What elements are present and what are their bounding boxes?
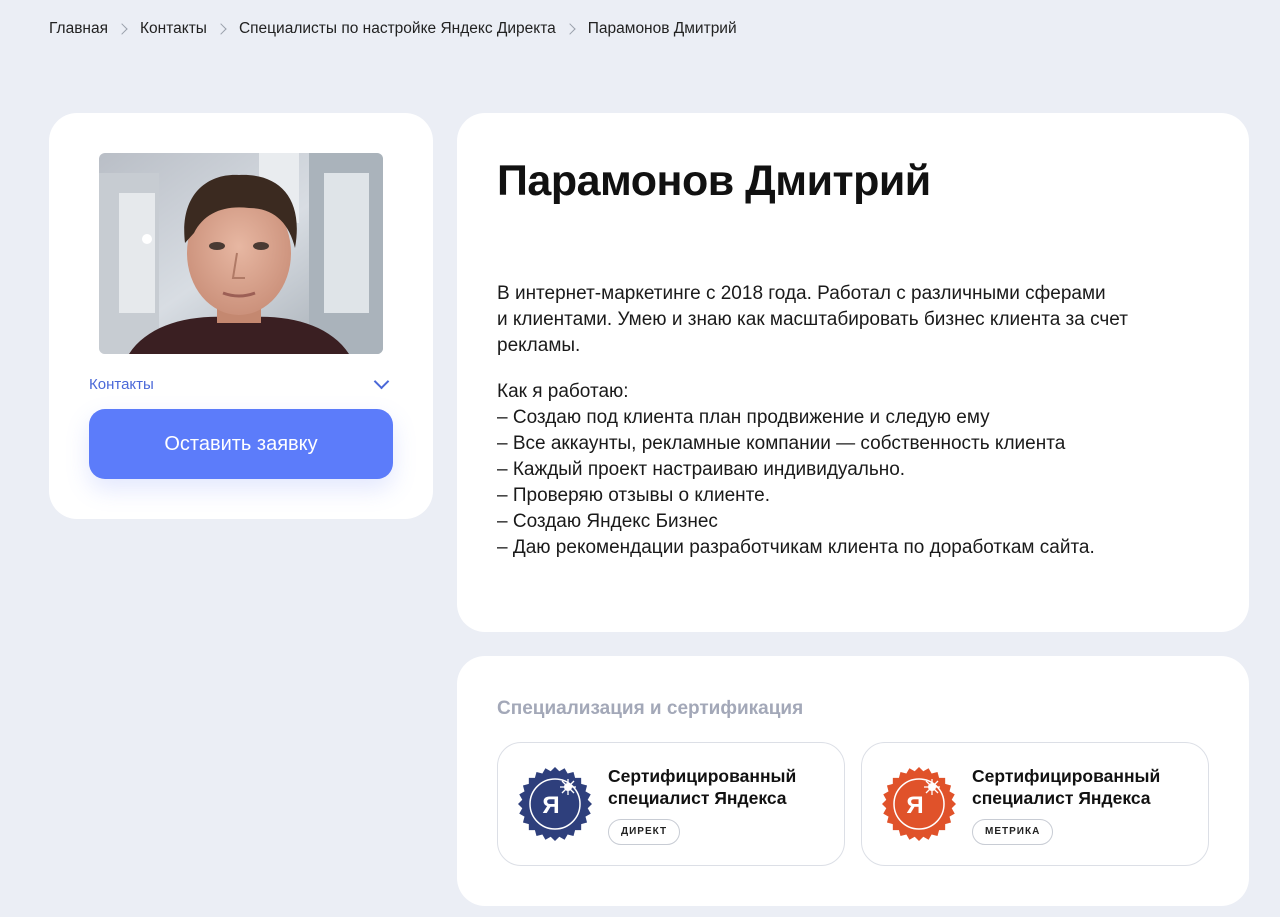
- bio-how-line: – Проверяю отзывы о клиенте.: [497, 485, 770, 506]
- contacts-toggle[interactable]: Контакты: [89, 373, 393, 394]
- svg-text:Я: Я: [542, 792, 559, 819]
- avatar: [99, 153, 383, 354]
- apply-button[interactable]: Оставить заявку: [89, 409, 393, 479]
- breadcrumb: Главная Контакты Специалисты по настройк…: [49, 20, 737, 38]
- bio-intro-line: В интернет-маркетинге с 2018 года. Работ…: [497, 283, 1106, 304]
- certificate-name: Сертифицированный специалист Яндекса: [608, 765, 828, 809]
- page-title: Парамонов Дмитрий: [497, 157, 931, 205]
- direct-seal-icon: Я: [518, 767, 592, 841]
- certificate-name-line: специалист Яндекса: [608, 788, 787, 808]
- bio-how-line: – Создаю Яндекс Бизнес: [497, 511, 718, 532]
- bio-intro-line: и клиентами. Умею и знаю как масштабиров…: [497, 309, 1128, 330]
- certificate-name-line: специалист Яндекса: [972, 788, 1151, 808]
- bio-how-line: Как я работаю:: [497, 381, 629, 402]
- breadcrumb-home[interactable]: Главная: [49, 20, 108, 38]
- bio-intro: В интернет-маркетинге с 2018 года. Работ…: [497, 281, 1157, 359]
- certificate-name-line: Сертифицированный: [608, 766, 797, 786]
- bio-intro-line: рекламы.: [497, 335, 581, 356]
- specialization-title: Специализация и сертификация: [497, 698, 804, 719]
- svg-text:Я: Я: [906, 792, 923, 819]
- specialization-card: Специализация и сертификация Я Сертифици…: [457, 656, 1249, 906]
- breadcrumb-specialists[interactable]: Специалисты по настройке Яндекс Директа: [239, 20, 556, 38]
- metrika-seal-icon: Я: [882, 767, 956, 841]
- chevron-down-icon: [373, 373, 390, 389]
- certificate-metrika[interactable]: Я Сертифицированный специалист Яндекса М…: [861, 742, 1209, 866]
- bio-how-line: – Создаю под клиента план продвижение и …: [497, 407, 990, 428]
- certificate-tag: ДИРЕКТ: [608, 819, 681, 845]
- certificate-tag: МЕТРИКА: [972, 819, 1054, 845]
- chevron-right-icon: [564, 23, 576, 35]
- certificate-name: Сертифицированный специалист Яндекса: [972, 765, 1192, 809]
- breadcrumb-current: Парамонов Дмитрий: [587, 20, 737, 37]
- certificate-name-line: Сертифицированный: [972, 766, 1161, 786]
- bio-how-line: – Каждый проект настраиваю индивидуально…: [497, 459, 906, 480]
- profile-card: Контакты Оставить заявку: [49, 113, 433, 519]
- bio-how-i-work: Как я работаю: – Создаю под клиента план…: [497, 379, 1197, 561]
- certificate-direct[interactable]: Я Сертифицированный специалист Яндекса Д…: [497, 742, 845, 866]
- chevron-right-icon: [116, 23, 128, 35]
- bio-how-line: – Все аккаунты, рекламные компании — соб…: [497, 433, 1066, 454]
- bio-card: Парамонов Дмитрий В интернет-маркетинге …: [457, 113, 1249, 632]
- breadcrumb-contacts[interactable]: Контакты: [140, 20, 207, 38]
- bio-how-line: – Даю рекомендации разработчикам клиента…: [497, 537, 1095, 558]
- chevron-right-icon: [215, 23, 227, 35]
- contacts-label: Контакты: [89, 375, 154, 393]
